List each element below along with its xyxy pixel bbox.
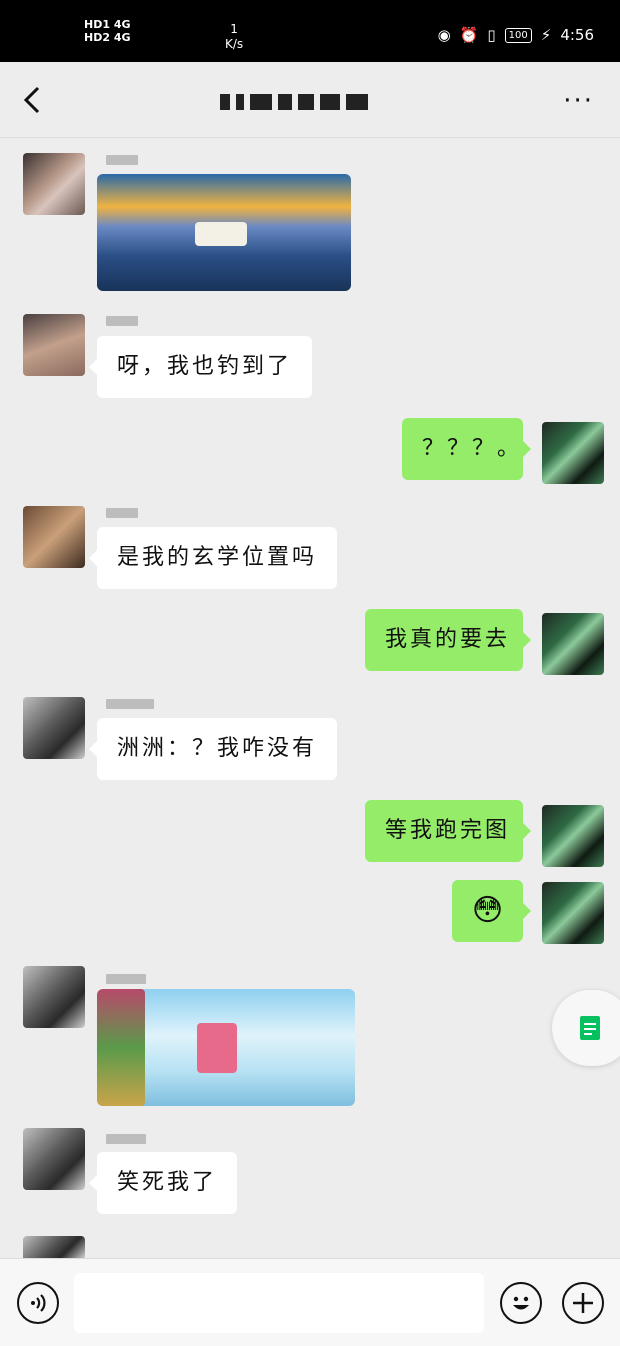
nickname-pixelated	[106, 974, 146, 984]
alarm-icon: ⏰	[459, 26, 479, 44]
net-speed: 1 K/s	[225, 22, 243, 52]
nickname-pixelated	[106, 508, 138, 518]
nickname-pixelated	[106, 699, 154, 709]
eye-icon: ◉	[437, 26, 451, 44]
plus-icon	[573, 1293, 593, 1313]
my-avatar[interactable]	[542, 805, 604, 867]
nickname-pixelated	[106, 1134, 146, 1144]
message-bubble-in[interactable]: 呀，我也钓到了	[88, 336, 313, 398]
my-avatar[interactable]	[542, 613, 604, 675]
back-button[interactable]	[18, 82, 48, 118]
document-icon	[580, 1016, 600, 1040]
nickname-pixelated	[106, 155, 138, 165]
avatar[interactable]	[23, 506, 85, 568]
chevron-left-icon	[23, 86, 40, 114]
voice-icon	[31, 1294, 46, 1312]
battery-icon: 100	[504, 27, 532, 43]
sim2-label: HD2 4G	[84, 31, 131, 44]
message-bubble-out[interactable]: ？？？。	[402, 418, 531, 480]
my-avatar[interactable]	[542, 882, 604, 944]
emoji-icon	[513, 1296, 529, 1310]
message-bubble-in[interactable]: 是我的玄学位置吗	[88, 527, 338, 589]
avatar[interactable]	[23, 697, 85, 759]
signal-indicators: HD1 4G HD2 4G	[84, 18, 131, 44]
clock: 4:56	[560, 26, 594, 44]
chat-title-pixelated	[220, 90, 400, 114]
status-right: ◉ ⏰ ▯ 100 ⚡ 4:56	[438, 26, 594, 44]
avatar[interactable]	[23, 153, 85, 215]
voice-button[interactable]	[17, 1282, 59, 1324]
my-avatar[interactable]	[542, 422, 604, 484]
game-character-image	[197, 1023, 237, 1073]
message-bubble-out[interactable]: 等我跑完图	[365, 800, 531, 862]
avatar[interactable]	[23, 966, 85, 1028]
chat-header: ···	[0, 62, 620, 138]
sim1-label: HD1 4G	[84, 18, 131, 31]
charging-icon: ⚡	[540, 26, 552, 44]
net-speed-unit: K/s	[225, 37, 244, 51]
avatar[interactable]	[23, 1236, 85, 1258]
message-input[interactable]	[74, 1273, 484, 1333]
image-message[interactable]	[97, 174, 351, 291]
nickname-pixelated	[106, 316, 138, 326]
message-bubble-in[interactable]: 笑死我了	[88, 1152, 238, 1214]
emoji-button[interactable]	[500, 1282, 542, 1324]
game-sidebar-image	[97, 989, 145, 1106]
message-bubble-out[interactable]: 我真的要去	[365, 609, 531, 671]
net-speed-value: 1	[230, 22, 238, 36]
image-message[interactable]	[97, 989, 355, 1106]
floating-document-button[interactable]	[552, 990, 620, 1066]
emoji-message[interactable]: 😳	[452, 880, 531, 942]
plus-button[interactable]	[562, 1282, 604, 1324]
status-bar: HD1 4G HD2 4G 1 K/s ◉ ⏰ ▯ 100 ⚡ 4:56	[0, 0, 620, 62]
vibrate-icon: ▯	[487, 26, 496, 44]
input-bar	[0, 1258, 620, 1346]
message-bubble-in[interactable]: 洲洲：？我咋没有	[88, 718, 338, 780]
more-button[interactable]: ···	[563, 86, 594, 116]
game-scene-image	[195, 222, 247, 246]
avatar[interactable]	[23, 1128, 85, 1190]
avatar[interactable]	[23, 314, 85, 376]
